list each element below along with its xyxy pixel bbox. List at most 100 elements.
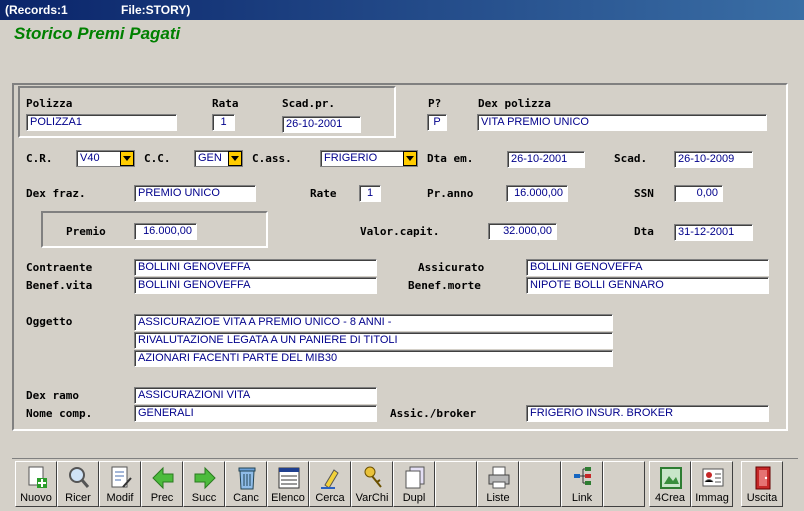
cass-value: FRIGERIO (324, 152, 378, 164)
scad-label: Scad. (614, 152, 648, 165)
dex-ramo-field[interactable]: ASSICURAZIONI VITA (134, 387, 377, 404)
link-tree-icon (574, 467, 591, 485)
file-name: File:STORY) (121, 3, 191, 17)
liste-button[interactable]: Liste (477, 461, 519, 507)
p-flag-label: P? (428, 97, 442, 110)
modif-label: Modif (106, 492, 134, 504)
rata-label: Rata (212, 97, 239, 110)
chevron-down-icon[interactable] (228, 151, 242, 166)
prec-label: Prec (150, 492, 174, 504)
key-icon (364, 466, 382, 488)
crea4-button[interactable]: 4Crea (649, 461, 691, 507)
assicurato-field[interactable]: BOLLINI GENOVEFFA (526, 259, 769, 276)
benef-vita-label: Benef.vita (26, 279, 93, 292)
liste-label: Liste (486, 492, 510, 504)
cr-value: V40 (80, 152, 100, 164)
dupl-button[interactable]: Dupl (393, 461, 435, 507)
chevron-down-icon[interactable] (120, 151, 134, 166)
varchi-button[interactable]: VarChi (351, 461, 393, 507)
prec-button[interactable]: Prec (141, 461, 183, 507)
canc-button[interactable]: Canc (225, 461, 267, 507)
cerca-label: Cerca (315, 492, 345, 504)
oggetto-line-1[interactable]: ASSICURAZIOE VITA A PREMIO UNICO - 8 ANN… (134, 314, 613, 331)
records-count: (Records:1 (5, 3, 68, 17)
assicurato-label: Assicurato (418, 261, 485, 274)
oggetto-line-2[interactable]: RIVALUTAZIONE LEGATA A UN PANIERE DI TIT… (134, 332, 613, 349)
nome-comp-field[interactable]: GENERALI (134, 405, 377, 422)
dta-field[interactable]: 31-12-2001 (674, 224, 753, 241)
cerca-button[interactable]: Cerca (309, 461, 351, 507)
benef-morte-label: Benef.morte (408, 279, 481, 292)
rata-field[interactable]: 1 (212, 114, 235, 131)
form-create-icon (660, 467, 682, 489)
link-button[interactable]: Link (561, 461, 603, 507)
assic-broker-field[interactable]: FRIGERIO INSUR. BROKER (526, 405, 769, 422)
ssn-label: SSN (634, 187, 654, 200)
uscita-label: Uscita (746, 492, 778, 504)
chevron-down-icon[interactable] (403, 151, 417, 166)
canc-label: Canc (233, 492, 259, 504)
empty-button-3[interactable] (603, 461, 645, 507)
benef-vita-field[interactable]: BOLLINI GENOVEFFA (134, 277, 377, 294)
ssn-field[interactable]: 0,00 (674, 185, 723, 202)
modif-button[interactable]: Modif (99, 461, 141, 507)
empty-button-2[interactable] (519, 461, 561, 507)
immag-label: Immag (695, 492, 729, 504)
premio-field[interactable]: 16.000,00 (134, 223, 197, 240)
varchi-label: VarChi (355, 492, 389, 504)
rate-field[interactable]: 1 (359, 185, 381, 202)
nome-comp-label: Nome comp. (26, 407, 93, 420)
polizza-label: Polizza (26, 97, 73, 110)
uscita-button[interactable]: Uscita (741, 461, 783, 507)
elenco-button[interactable]: Elenco (267, 461, 309, 507)
cass-label: C.ass. (252, 152, 292, 165)
immag-button[interactable]: Immag (691, 461, 733, 507)
succ-button[interactable]: Succ (183, 461, 225, 507)
highlighter-icon (321, 469, 339, 489)
contraente-field[interactable]: BOLLINI GENOVEFFA (134, 259, 377, 276)
image-card-icon (702, 468, 724, 487)
dex-ramo-label: Dex ramo (26, 389, 79, 402)
cc-dropdown[interactable]: GEN (194, 150, 243, 167)
cr-dropdown[interactable]: V40 (76, 150, 135, 167)
dupl-label: Dupl (402, 492, 426, 504)
dex-fraz-field[interactable]: PREMIO UNICO (134, 185, 256, 202)
pr-anno-field[interactable]: 16.000,00 (506, 185, 568, 202)
empty-button-1[interactable] (435, 461, 477, 507)
p-flag-field[interactable]: P (427, 114, 447, 131)
assic-broker-label: Assic./broker (390, 407, 477, 420)
dex-polizza-field[interactable]: VITA PREMIO UNICO (477, 114, 767, 131)
valor-capit-label: Valor.capit. (360, 225, 440, 238)
copy-icon (405, 466, 425, 489)
dta-em-field[interactable]: 26-10-2001 (507, 151, 585, 168)
page-title: Storico Premi Pagati (14, 24, 181, 43)
succ-label: Succ (191, 492, 217, 504)
nuovo-button[interactable]: Nuovo (15, 461, 57, 507)
ricer-button[interactable]: Ricer (57, 461, 99, 507)
benef-morte-field[interactable]: NIPOTE BOLLI GENNARO (526, 277, 769, 294)
link-label: Link (571, 492, 593, 504)
edit-document-icon (111, 466, 132, 488)
dta-em-label: Dta em. (427, 152, 474, 165)
exit-door-icon (755, 466, 771, 490)
arrow-left-icon (152, 466, 174, 490)
new-document-icon (28, 466, 47, 488)
trash-icon (238, 467, 256, 490)
oggetto-line-3[interactable]: AZIONARI FACENTI PARTE DEL MIB30 (134, 350, 613, 367)
cc-label: C.C. (144, 152, 171, 165)
ricer-label: Ricer (65, 492, 91, 504)
nuovo-label: Nuovo (20, 492, 52, 504)
cc-value: GEN (198, 152, 222, 164)
valor-capit-field[interactable]: 32.000,00 (488, 223, 557, 240)
cass-dropdown[interactable]: FRIGERIO (320, 150, 418, 167)
scad-pr-label: Scad.pr. (282, 97, 335, 110)
scad-pr-field[interactable]: 26-10-2001 (282, 116, 361, 133)
list-icon (278, 467, 300, 489)
crea4-label: 4Crea (655, 492, 685, 504)
dex-polizza-label: Dex polizza (478, 97, 551, 110)
arrow-right-icon (194, 466, 216, 490)
scad-field[interactable]: 26-10-2009 (674, 151, 753, 168)
oggetto-label: Oggetto (26, 315, 73, 328)
dta-label: Dta (634, 225, 654, 238)
polizza-field[interactable]: POLIZZA1 (26, 114, 177, 131)
